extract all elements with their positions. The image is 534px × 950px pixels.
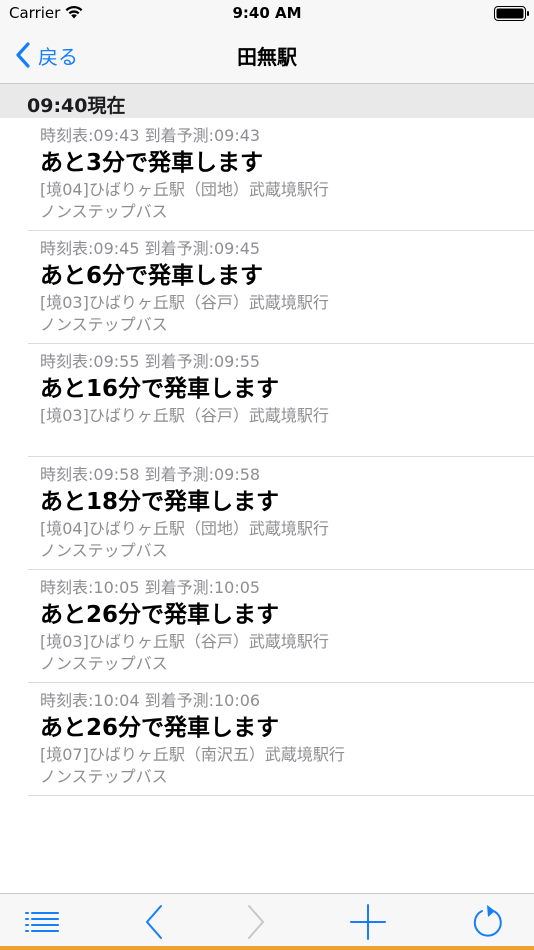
countdown-text: あと3分で発車します — [40, 150, 264, 176]
departure-row[interactable]: 時刻表:10:05 到着予測:10:05 あと26分で発車します [境03]ひば… — [28, 570, 534, 683]
departure-row[interactable]: 時刻表:09:43 到着予測:09:43 あと3分で発車します [境04]ひばり… — [28, 118, 534, 231]
bottom-toolbar — [0, 893, 534, 950]
list-button[interactable] — [20, 902, 64, 942]
plus-icon — [350, 904, 386, 940]
status-bar: Carrier 9:40 AM — [0, 0, 534, 28]
route-text: [境04]ひばりヶ丘駅（団地）武蔵境駅行 — [40, 519, 329, 538]
departure-list: 時刻表:09:43 到着予測:09:43 あと3分で発車します [境04]ひばり… — [0, 118, 534, 796]
bus-type-text: ノンステップバス — [40, 654, 168, 673]
refresh-button[interactable] — [466, 902, 510, 942]
page-title: 田無駅 — [237, 45, 297, 69]
previous-button[interactable] — [132, 902, 176, 942]
route-text: [境03]ひばりヶ丘駅（谷戸）武蔵境駅行 — [40, 293, 329, 312]
navigation-bar: 戻る 田無駅 — [0, 28, 534, 84]
bus-type-text: ノンステップバス — [40, 541, 168, 560]
battery-icon — [494, 6, 529, 21]
departure-row[interactable]: 時刻表:10:04 到着予測:10:06 あと26分で発車します [境07]ひば… — [28, 683, 534, 796]
refresh-icon — [473, 905, 502, 937]
list-icon — [25, 912, 59, 932]
next-button[interactable] — [234, 902, 278, 942]
departure-row[interactable]: 時刻表:09:58 到着予測:09:58 あと18分で発車します [境04]ひば… — [28, 457, 534, 570]
bus-type-text: ノンステップバス — [40, 202, 168, 221]
bus-type-text: ノンステップバス — [40, 315, 168, 334]
departure-row[interactable]: 時刻表:09:45 到着予測:09:45 あと6分で発車します [境03]ひばり… — [28, 231, 534, 344]
departure-row[interactable]: 時刻表:09:55 到着予測:09:55 あと16分で発車します [境03]ひば… — [28, 344, 534, 457]
route-text: [境03]ひばりヶ丘駅（谷戸）武蔵境駅行 — [40, 632, 329, 651]
status-time: 9:40 AM — [232, 4, 302, 22]
countdown-text: あと18分で発車します — [40, 489, 280, 515]
add-button[interactable] — [346, 902, 390, 942]
current-time-label: 09:40現在 — [27, 95, 126, 117]
countdown-text: あと26分で発車します — [40, 602, 280, 628]
chevron-left-icon — [146, 905, 162, 939]
chevron-right-icon — [248, 905, 264, 939]
route-text: [境04]ひばりヶ丘駅（団地）武蔵境駅行 — [40, 180, 329, 199]
route-text: [境03]ひばりヶ丘駅（谷戸）武蔵境駅行 — [40, 406, 329, 425]
countdown-text: あと6分で発車します — [40, 263, 264, 289]
bus-type-text: ノンステップバス — [40, 767, 168, 786]
route-text: [境07]ひばりヶ丘駅（南沢五）武蔵境駅行 — [40, 745, 345, 764]
bottom-accent-bar — [0, 946, 534, 950]
countdown-text: あと26分で発車します — [40, 715, 280, 741]
section-header: 09:40現在 — [0, 84, 534, 118]
countdown-text: あと16分で発車します — [40, 376, 280, 402]
